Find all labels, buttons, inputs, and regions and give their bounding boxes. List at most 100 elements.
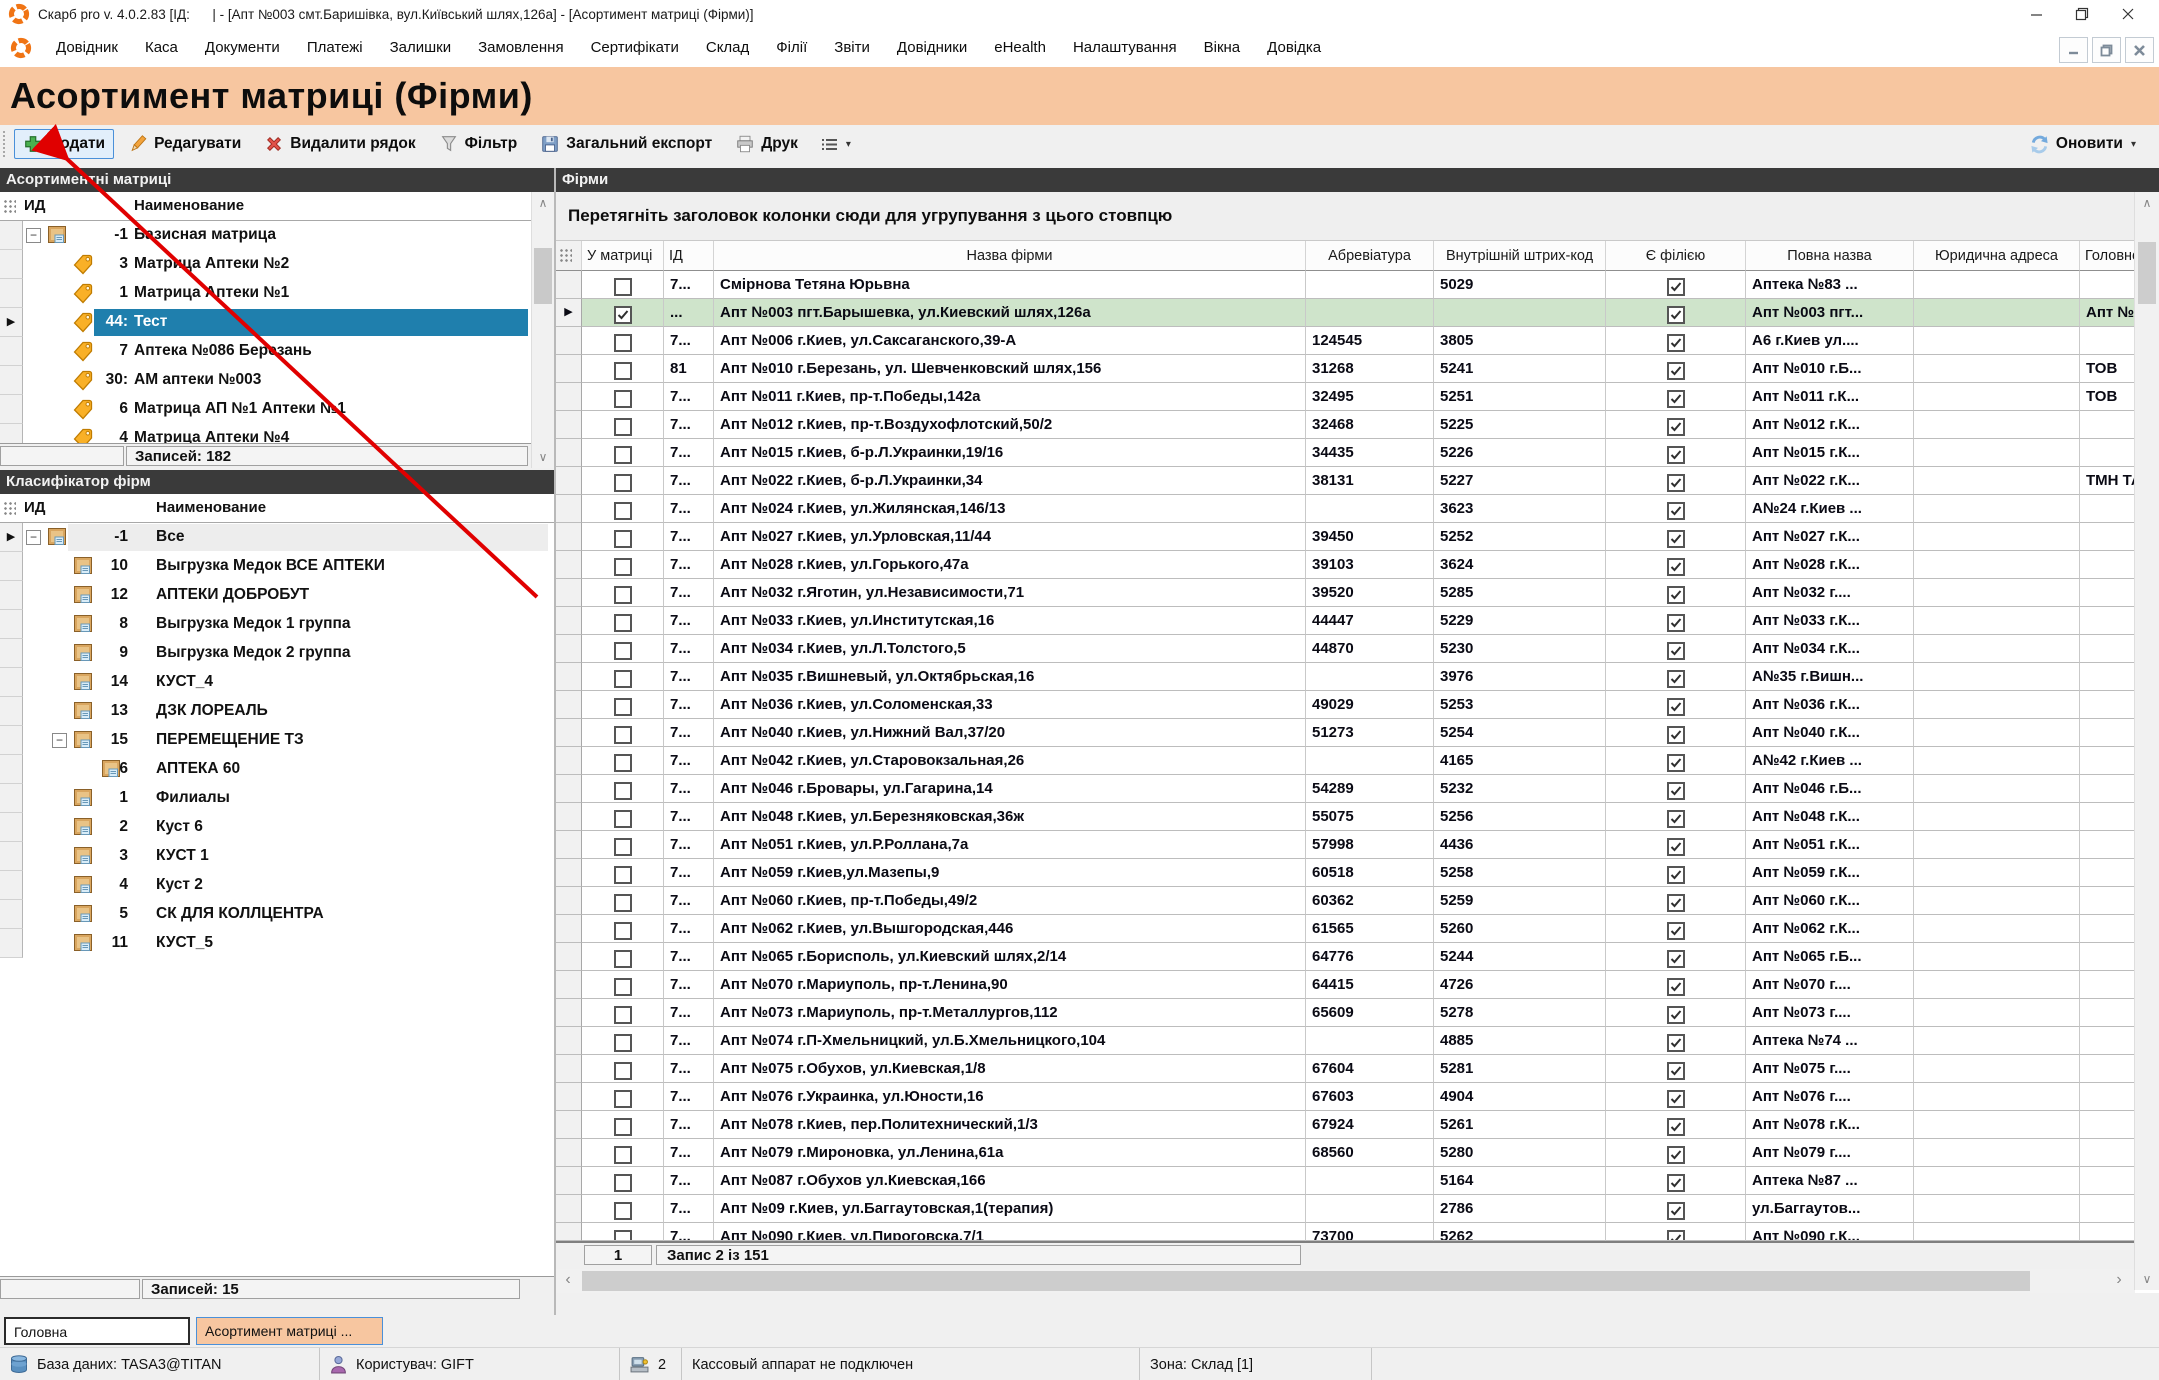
menu-item-каса[interactable]: Каса (145, 39, 178, 56)
is-branch-checkbox[interactable] (1667, 614, 1685, 632)
table-row[interactable]: 7...Апт №073 г.Мариуполь, пр-т.Металлург… (556, 999, 2135, 1027)
is-branch-checkbox[interactable] (1667, 1062, 1685, 1080)
matrices-scrollbar[interactable]: ∧ ∨ (531, 192, 554, 468)
видалити-рядок-button[interactable]: Видалити рядок (255, 129, 424, 159)
is-branch-checkbox[interactable] (1667, 866, 1685, 884)
is-branch-checkbox[interactable] (1667, 362, 1685, 380)
columns-button[interactable]: ▾ (812, 132, 860, 157)
in-matrix-checkbox[interactable] (614, 838, 632, 856)
column-header-5[interactable]: Внутрішній штрих-код (1434, 241, 1606, 271)
table-row[interactable]: 7...Апт №033 г.Киев, ул.Институтская,164… (556, 607, 2135, 635)
menu-item-звіти[interactable]: Звіти (834, 39, 870, 56)
menu-item-вікна[interactable]: Вікна (1204, 39, 1241, 56)
tree-row[interactable]: −-1Базисная матрица (0, 221, 554, 250)
is-branch-checkbox[interactable] (1667, 1174, 1685, 1192)
tree-row[interactable]: 5СК ДЛЯ КОЛЛЦЕНТРА (0, 900, 554, 929)
друк-button[interactable]: Друк (726, 129, 807, 159)
is-branch-checkbox[interactable] (1667, 950, 1685, 968)
scroll-right-icon[interactable]: › (2107, 1269, 2131, 1293)
in-matrix-checkbox[interactable] (614, 754, 632, 772)
menu-item-документи[interactable]: Документи (205, 39, 280, 56)
in-matrix-checkbox[interactable] (614, 1118, 632, 1136)
is-branch-checkbox[interactable] (1667, 1090, 1685, 1108)
table-row[interactable]: 7...Апт №035 г.Вишневый, ул.Октябрьская,… (556, 663, 2135, 691)
table-row[interactable]: 7...Апт №015 г.Киев, б-р.Л.Украинки,19/1… (556, 439, 2135, 467)
menu-item-склад[interactable]: Склад (706, 39, 749, 56)
in-matrix-checkbox[interactable] (614, 726, 632, 744)
menu-item-довідник[interactable]: Довідник (56, 39, 118, 56)
in-matrix-checkbox[interactable] (614, 418, 632, 436)
in-matrix-checkbox[interactable] (614, 866, 632, 884)
tree-row[interactable]: 3КУСТ 1 (0, 842, 554, 871)
in-matrix-checkbox[interactable] (614, 670, 632, 688)
tab-home[interactable]: Головна (4, 1317, 190, 1345)
is-branch-checkbox[interactable] (1667, 418, 1685, 436)
is-branch-checkbox[interactable] (1667, 978, 1685, 996)
vertical-scrollbar[interactable]: ∧ ∨ (2134, 192, 2159, 1290)
in-matrix-checkbox[interactable] (614, 642, 632, 660)
scroll-up-icon[interactable]: ∧ (532, 192, 554, 214)
table-row[interactable]: ▶...Апт №003 пгт.Барышевка, ул.Киевский … (556, 299, 2135, 327)
table-row[interactable]: 7...Апт №075 г.Обухов, ул.Киевская,1/867… (556, 1055, 2135, 1083)
restore-button[interactable] (2059, 0, 2105, 28)
tree-expander[interactable]: − (52, 733, 67, 748)
tree-row[interactable]: 1Филиалы (0, 784, 554, 813)
is-branch-checkbox[interactable] (1667, 810, 1685, 828)
column-header-3[interactable]: Назва фірми (714, 241, 1306, 271)
menu-item-ehealth[interactable]: eHealth (994, 39, 1046, 56)
in-matrix-checkbox[interactable] (614, 1230, 632, 1241)
table-row[interactable]: 7...Апт №011 г.Киев, пр-т.Победы,142а324… (556, 383, 2135, 411)
minimize-button[interactable] (2013, 0, 2059, 28)
tree-row[interactable]: 12АПТЕКИ ДОБРОБУТ (0, 581, 554, 610)
table-row[interactable]: 7...Апт №040 г.Киев, ул.Нижний Вал,37/20… (556, 719, 2135, 747)
horizontal-scrollbar[interactable]: ‹ › (556, 1269, 2135, 1293)
in-matrix-checkbox[interactable] (614, 390, 632, 408)
in-matrix-checkbox[interactable] (614, 586, 632, 604)
фільтр-button[interactable]: Фільтр (430, 129, 527, 159)
table-row[interactable]: 7...Апт №078 г.Киев, пер.Политехнический… (556, 1111, 2135, 1139)
table-row[interactable]: 7...Апт №022 г.Киев, б-р.Л.Украинки,3438… (556, 467, 2135, 495)
table-row[interactable]: 7...Апт №087 г.Обухов ул.Киевская,166516… (556, 1167, 2135, 1195)
table-row[interactable]: 7...Апт №048 г.Киев, ул.Березняковская,3… (556, 803, 2135, 831)
tree-row[interactable]: ▶−-1Все (0, 523, 554, 552)
in-matrix-checkbox[interactable] (614, 474, 632, 492)
tree-row[interactable]: 11КУСТ_5 (0, 929, 554, 958)
mdi-restore-button[interactable] (2092, 37, 2121, 63)
column-header-8[interactable]: Юридична адреса (1914, 241, 2080, 271)
menu-item-платежі[interactable]: Платежі (307, 39, 363, 56)
is-branch-checkbox[interactable] (1667, 922, 1685, 940)
is-branch-checkbox[interactable] (1667, 726, 1685, 744)
column-header-6[interactable]: Є філією (1606, 241, 1746, 271)
column-header-1[interactable]: У матриці (582, 241, 664, 271)
tree-row[interactable]: 10Выгрузка Медок ВСЕ АПТЕКИ (0, 552, 554, 581)
in-matrix-checkbox[interactable] (614, 698, 632, 716)
is-branch-checkbox[interactable] (1667, 446, 1685, 464)
menu-item-сертифікати[interactable]: Сертифікати (591, 39, 679, 56)
in-matrix-checkbox[interactable] (614, 950, 632, 968)
is-branch-checkbox[interactable] (1667, 390, 1685, 408)
in-matrix-checkbox[interactable] (614, 894, 632, 912)
tree-row[interactable]: 9Выгрузка Медок 2 группа (0, 639, 554, 668)
tree-row[interactable]: 6Матрица АП №1 Аптеки №1 (0, 395, 554, 424)
close-button[interactable] (2105, 0, 2151, 28)
scroll-up-icon[interactable]: ∧ (2135, 192, 2159, 214)
tree-row[interactable]: 4Куст 2 (0, 871, 554, 900)
in-matrix-checkbox[interactable] (614, 810, 632, 828)
tree-row[interactable]: ▶44:Тест (0, 308, 554, 337)
column-header-4[interactable]: Абревіатура (1306, 241, 1434, 271)
in-matrix-checkbox[interactable] (614, 502, 632, 520)
in-matrix-checkbox[interactable] (614, 334, 632, 352)
table-row[interactable]: 81Апт №010 г.Березань, ул. Шевченковский… (556, 355, 2135, 383)
table-row[interactable]: 7...Апт №036 г.Киев, ул.Соломенская,3349… (556, 691, 2135, 719)
in-matrix-checkbox[interactable] (614, 1006, 632, 1024)
is-branch-checkbox[interactable] (1667, 1202, 1685, 1220)
table-row[interactable]: 7...Апт №079 г.Мироновка, ул.Ленина,61а6… (556, 1139, 2135, 1167)
mdi-close-button[interactable] (2125, 37, 2154, 63)
tree-row[interactable]: 4Матрица Аптеки №4 (0, 424, 554, 443)
menu-item-налаштування[interactable]: Налаштування (1073, 39, 1177, 56)
tree-row[interactable]: 3Матрица Аптеки №2 (0, 250, 554, 279)
tree-row[interactable]: 2Куст 6 (0, 813, 554, 842)
scroll-down-icon[interactable]: ∨ (532, 446, 554, 468)
table-row[interactable]: 7...Апт №060 г.Киев, пр-т.Победы,49/2603… (556, 887, 2135, 915)
menu-item-філії[interactable]: Філії (776, 39, 807, 56)
